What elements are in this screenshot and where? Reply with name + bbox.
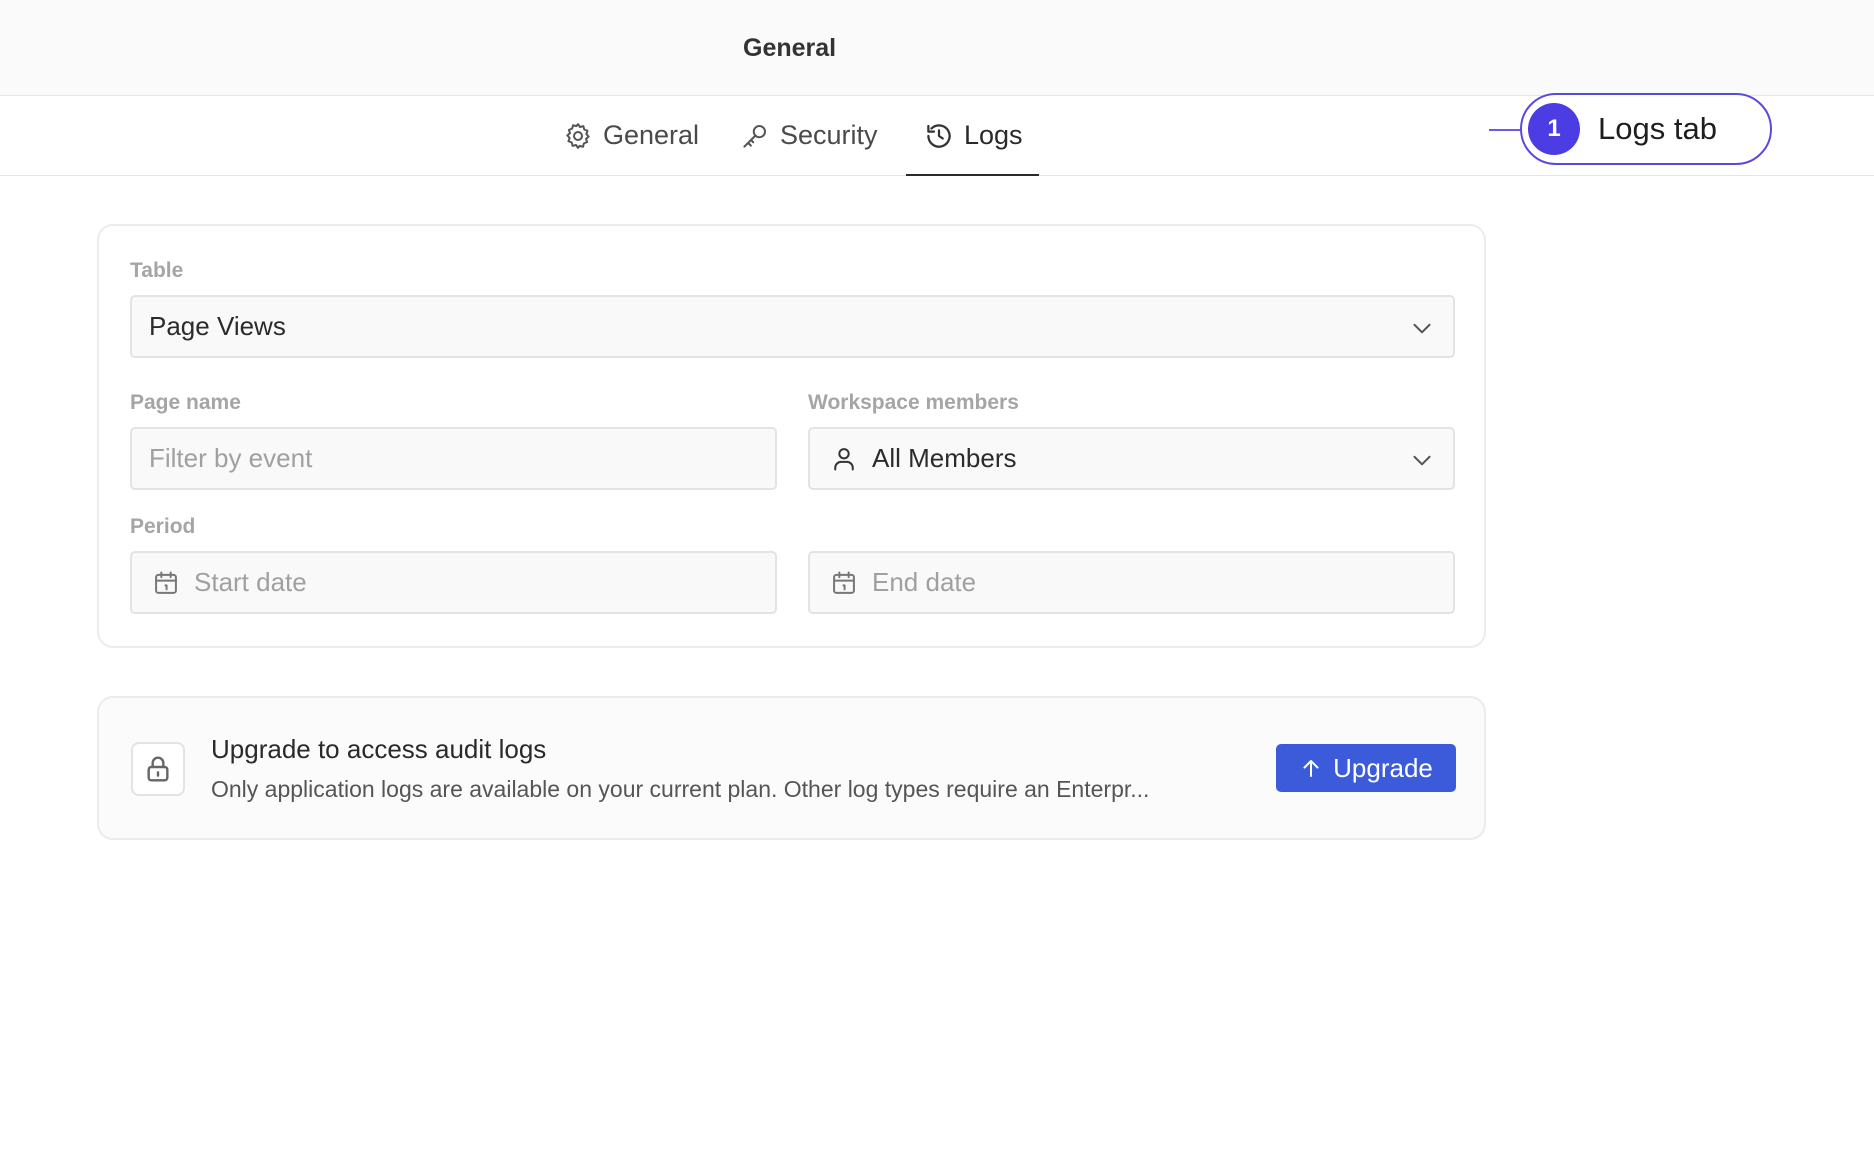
tab-security[interactable]: Security	[740, 96, 878, 175]
callout-connector	[1489, 129, 1521, 131]
tab-general[interactable]: General	[563, 96, 699, 175]
page-name-label: Page name	[130, 391, 241, 414]
workspace-members-label: Workspace members	[808, 391, 1019, 414]
lock-badge	[131, 742, 185, 796]
gear-icon	[566, 122, 590, 149]
chevron-down-icon	[1413, 323, 1431, 334]
period-label: Period	[130, 515, 196, 538]
page-title: General	[743, 34, 837, 62]
history-icon	[927, 123, 951, 148]
tab-general-label: General	[603, 120, 700, 150]
lock-icon	[147, 756, 169, 782]
calendar-icon	[155, 571, 177, 594]
upgrade-banner: Upgrade to access audit logs Only applic…	[97, 696, 1486, 840]
upgrade-description: Only application logs are available on y…	[211, 776, 1150, 802]
end-date-input[interactable]: End date	[808, 551, 1455, 614]
filters-card: Table Page Views Page name Filter by eve…	[97, 224, 1486, 648]
workspace-members-select[interactable]: All Members	[808, 427, 1455, 490]
top-bar: General	[0, 0, 1874, 96]
start-date-input[interactable]: Start date	[130, 551, 777, 614]
table-label: Table	[130, 259, 184, 282]
key-icon	[743, 124, 766, 148]
callout-number: 1	[1528, 103, 1580, 155]
upgrade-button[interactable]: Upgrade	[1276, 744, 1456, 792]
user-icon	[834, 447, 854, 470]
page-name-input[interactable]: Filter by event	[130, 427, 777, 490]
arrow-up-icon	[1303, 760, 1319, 777]
calendar-icon	[833, 571, 855, 594]
workspace-members-value: All Members	[872, 443, 1017, 473]
callout-label: Logs tab	[1598, 111, 1717, 146]
start-date-placeholder: Start date	[194, 567, 307, 597]
tab-security-label: Security	[780, 120, 878, 150]
upgrade-title: Upgrade to access audit logs	[211, 734, 547, 764]
tab-logs-label: Logs	[964, 120, 1023, 150]
tab-logs[interactable]: Logs	[906, 96, 1039, 176]
end-date-placeholder: End date	[872, 567, 977, 597]
chevron-down-icon	[1413, 455, 1431, 466]
page-name-placeholder: Filter by event	[149, 443, 313, 473]
annotation-callout: 1 Logs tab	[1520, 93, 1772, 165]
upgrade-button-label: Upgrade	[1333, 752, 1433, 783]
table-select[interactable]: Page Views	[130, 295, 1455, 358]
table-select-value: Page Views	[149, 311, 286, 341]
